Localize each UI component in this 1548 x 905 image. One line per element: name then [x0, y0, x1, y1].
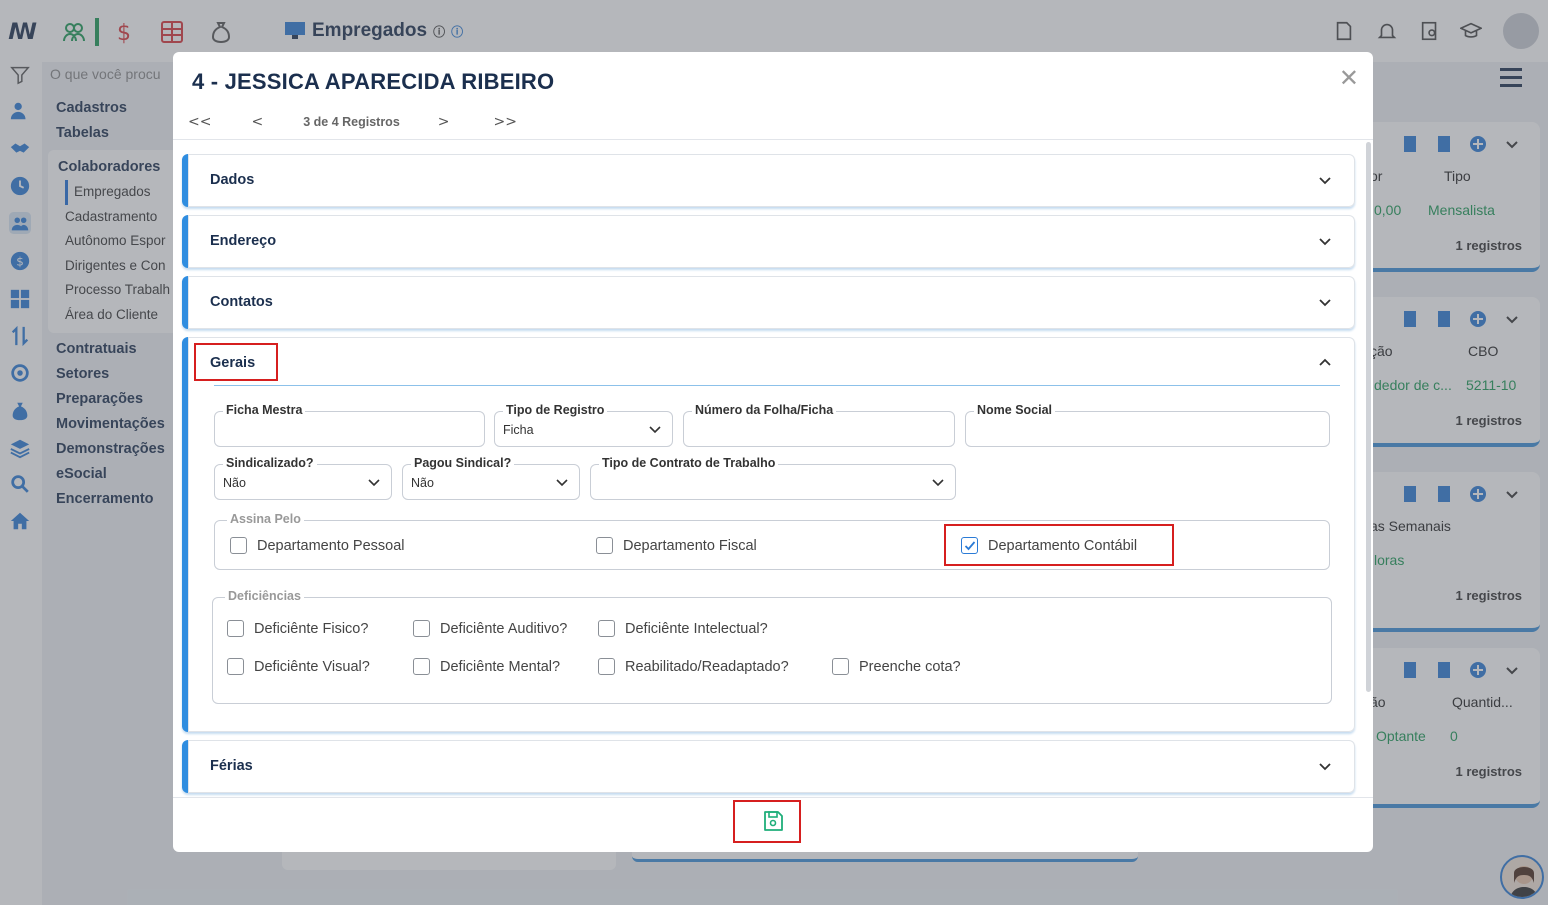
field-value: Não: [411, 476, 434, 490]
first-record-button[interactable]: <<: [188, 114, 211, 130]
chevron-down-icon[interactable]: [367, 475, 381, 489]
nome-social-field[interactable]: Nome Social: [965, 403, 1330, 447]
sindicalizado-select[interactable]: Sindicalizado? Não: [214, 456, 392, 500]
checkbox-label: Reabilitado/Readaptado?: [625, 658, 789, 675]
modal-title: 4 - JESSICA APARECIDA RIBEIRO: [192, 69, 555, 94]
prev-record-button[interactable]: <: [251, 114, 263, 130]
employee-modal: 4 - JESSICA APARECIDA RIBEIRO ✕ << < 3 d…: [173, 52, 1373, 852]
tipo-contrato-select[interactable]: Tipo de Contrato de Trabalho: [590, 456, 956, 500]
next-record-button[interactable]: >: [438, 114, 450, 130]
highlight-box: [733, 800, 801, 843]
checkbox-box[interactable]: [598, 620, 615, 637]
numero-folha-field[interactable]: Número da Folha/Ficha: [683, 403, 955, 447]
field-label: Ficha Mestra: [223, 403, 306, 417]
checkbox-deficiente-mental[interactable]: Deficiênte Mental?: [413, 658, 560, 675]
checkbox-label: Departamento Fiscal: [623, 537, 757, 554]
field-label: Número da Folha/Ficha: [692, 403, 837, 417]
field-label: Tipo de Registro: [503, 403, 608, 417]
checkbox-box[interactable]: [230, 537, 247, 554]
checkbox-label: Deficiênte Auditivo?: [440, 620, 568, 637]
checkbox-box[interactable]: [832, 658, 849, 675]
section-title: Contatos: [210, 294, 273, 310]
checkbox-label: Deficiênte Visual?: [254, 658, 370, 675]
checkbox-label: Deficiênte Fisico?: [254, 620, 369, 637]
checkbox-deficiente-fisico[interactable]: Deficiênte Fisico?: [227, 620, 368, 637]
checkbox-departamento-fiscal[interactable]: Departamento Fiscal: [596, 537, 757, 554]
highlight-box: [194, 343, 278, 381]
checkbox-box[interactable]: [596, 537, 613, 554]
checkbox-label: Preenche cota?: [859, 658, 961, 675]
group-label: Assina Pelo: [227, 512, 304, 526]
highlight-box: [944, 524, 1174, 566]
checkbox-deficiente-visual[interactable]: Deficiênte Visual?: [227, 658, 370, 675]
field-label: Nome Social: [974, 403, 1056, 417]
checkbox-label: Deficiênte Mental?: [440, 658, 561, 675]
deficiencias-group: Deficiências Deficiênte Fisico? Deficiên…: [212, 589, 1332, 704]
checkbox-box[interactable]: [598, 658, 615, 675]
assina-pelo-group: Assina Pelo Departamento Pessoal Departa…: [214, 512, 1330, 570]
checkbox-deficiente-auditivo[interactable]: Deficiênte Auditivo?: [413, 620, 567, 637]
section-ferias[interactable]: Férias: [182, 740, 1355, 793]
checkbox-departamento-pessoal[interactable]: Departamento Pessoal: [230, 537, 405, 554]
field-value: Não: [223, 476, 246, 490]
group-label: Deficiências: [225, 589, 304, 603]
divider: [173, 797, 1373, 798]
record-pager: << < 3 de 4 Registros > >>: [188, 112, 517, 132]
section-title: Férias: [210, 758, 253, 774]
close-icon[interactable]: ✕: [1339, 66, 1359, 90]
section-dados[interactable]: Dados: [182, 154, 1355, 207]
field-label: Pagou Sindical?: [411, 456, 515, 470]
last-record-button[interactable]: >>: [494, 114, 517, 130]
section-contatos[interactable]: Contatos: [182, 276, 1355, 329]
tipo-registro-select[interactable]: Tipo de Registro Ficha: [494, 403, 673, 447]
checkbox-box[interactable]: [227, 658, 244, 675]
checkbox-reabilitado[interactable]: Reabilitado/Readaptado?: [598, 658, 789, 675]
chevron-down-icon[interactable]: [1317, 758, 1333, 774]
chevron-down-icon[interactable]: [1317, 172, 1333, 188]
checkbox-deficiente-intelectual[interactable]: Deficiênte Intelectual?: [598, 620, 768, 637]
section-endereco[interactable]: Endereço: [182, 215, 1355, 268]
pagou-sindical-select[interactable]: Pagou Sindical? Não: [402, 456, 580, 500]
checkbox-box[interactable]: [227, 620, 244, 637]
modal-body: Dados Endereço Contatos Gerais Ficha Mes…: [173, 140, 1373, 798]
chevron-down-icon[interactable]: [1317, 294, 1333, 310]
section-title: Endereço: [210, 233, 277, 249]
chevron-down-icon[interactable]: [555, 475, 569, 489]
chevron-down-icon[interactable]: [1317, 233, 1333, 249]
section-gerais: Gerais Ficha Mestra Tipo de Registro Fic…: [182, 337, 1355, 732]
checkbox-box[interactable]: [413, 658, 430, 675]
chevron-down-icon[interactable]: [931, 475, 945, 489]
checkbox-preenche-cota[interactable]: Preenche cota?: [832, 658, 961, 675]
field-value: Ficha: [503, 423, 534, 437]
section-title: Dados: [210, 172, 255, 188]
scrollbar[interactable]: [1366, 142, 1371, 692]
checkbox-label: Departamento Pessoal: [257, 537, 405, 554]
chevron-down-icon[interactable]: [648, 422, 662, 436]
ficha-mestra-field[interactable]: Ficha Mestra: [214, 403, 485, 447]
record-counter: 3 de 4 Registros: [303, 115, 400, 129]
chevron-up-icon[interactable]: [1317, 355, 1333, 371]
field-label: Sindicalizado?: [223, 456, 317, 470]
section-divider: [214, 385, 1340, 386]
checkbox-label: Deficiênte Intelectual?: [625, 620, 768, 637]
field-label: Tipo de Contrato de Trabalho: [599, 456, 779, 470]
checkbox-box[interactable]: [413, 620, 430, 637]
